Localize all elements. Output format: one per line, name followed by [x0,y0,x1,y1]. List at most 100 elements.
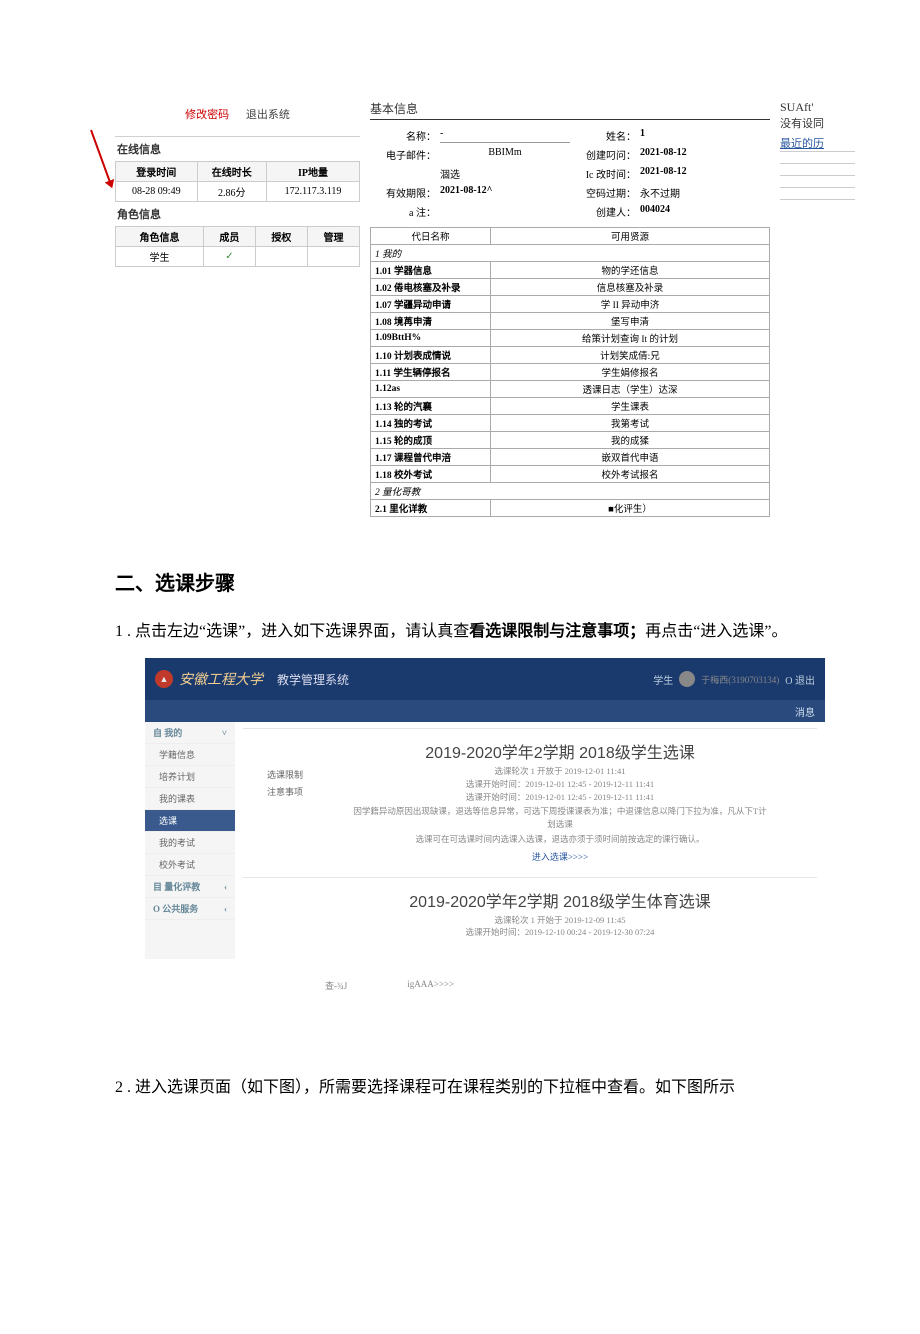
name-value: - [440,128,570,143]
sidebar-item[interactable]: 我的课表 [145,788,235,810]
perm-name: 1.11 学生辆停报名 [371,364,491,381]
perm-name: 1.07 学疆异动申请 [371,296,491,313]
chevron-left-icon: ‹ [224,882,227,892]
anote-label: a 注： [370,204,440,219]
user-role: 学生 [653,672,673,687]
table-row: 1.09BttH%给策计划查询 It 的计划 [371,330,770,347]
table-row: 2 量化哥教 [371,483,770,500]
brand-text: 安徽工程大学 [179,669,263,689]
sidebar-item[interactable]: 我的考试 [145,832,235,854]
table-row: 1.18 校外考试校外考试报名 [371,466,770,483]
perm-resource: 堡写申清 [491,313,770,330]
card-sub: 选课开始时间：2019-12-01 12:45 - 2019-12-11 11:… [313,791,807,804]
footer-text-2: igAAA>>>> [407,979,454,992]
name-label: 名称： [370,128,440,143]
table-row: 1.17 课程曾代申涪嵌双首代申语 [371,449,770,466]
perm-resource: 我第考试 [491,415,770,432]
perm-name: 1.09BttH% [371,330,491,347]
card-sub: 选课轮次 1 开始于 2019-12-09 11:45 [313,914,807,927]
table-row: 1.14 独的考试我第考试 [371,415,770,432]
perm-name: 1.14 独的考试 [371,415,491,432]
suaft-label: SUAft' [780,100,855,115]
ss-header: ▲ 安徽工程大学 教学管理系统 学生 于梅西(3190703134) O 退出 [145,658,825,700]
perm-resource: 透课日志（学生）达深 [491,381,770,398]
perm-resource: 信息核塞及补录 [491,279,770,296]
perm-section: 2 量化哥教 [371,483,770,500]
sidebar-cat-public[interactable]: O 公共服务‹ [145,898,235,920]
permissions-table: 代日名称 可用贤源 1 我的1.01 学器信息物的学还信息1.02 倦电核塞及补… [370,227,770,517]
logout-button[interactable]: O 退出 [785,672,815,687]
perm-name: 1.18 校外考试 [371,466,491,483]
card-sub: 选课轮次 1 开放于 2019-12-01 11:41 [313,765,807,778]
sidebar-item[interactable]: 培养计划 [145,766,235,788]
perm-resource: 嵌双首代申语 [491,449,770,466]
card-desc: 选课可在可选课时间内选课入选课，退选亦须于须时间前按选定的课行确认。 [350,833,770,846]
table-row: 1 我的 [371,245,770,262]
col-auth: 授权 [255,227,307,247]
col-ip: IP地量 [266,162,359,182]
perm-name: 1.01 学器信息 [371,262,491,279]
basic-info-title: 基本信息 [370,100,770,120]
card-sub: 选课开始时间：2019-12-10 00:24 - 2019-12-30 07:… [313,926,807,939]
change-password-link[interactable]: 修改密码 [185,109,229,121]
table-row: 1.13 轮的汽襄学生课表 [371,398,770,415]
recent-history-link[interactable]: 最近的历 [780,135,855,151]
screenshot-select-course: ▲ 安徽工程大学 教学管理系统 学生 于梅西(3190703134) O 退出 … [145,658,825,992]
perm-name: 1.17 课程曾代申涪 [371,449,491,466]
perm-resource: 校外考试报名 [491,466,770,483]
perm-section: 1 我的 [371,245,770,262]
sidebar-item-select-course[interactable]: 选课 [145,810,235,832]
perm-name: 1.15 轮的成顶 [371,432,491,449]
card-desc: 因学籍异动原因出现缺课，退选等信息异常，可选下周授课课表为准；中退课信息以降门下… [350,805,770,831]
top-links: 修改密码 退出系统 [115,100,360,137]
table-row: 1.08 境苒申清堡写申清 [371,313,770,330]
perm-name: 1.02 倦电核塞及补录 [371,279,491,296]
basic-fields: 名称： - 姓名： 1 电子邮件： BBIMm 创建叼问： 20 [370,120,770,227]
perm-resource: 给策计划查询 It 的计划 [491,330,770,347]
logo-icon: ▲ [155,670,173,688]
perm-name: 1.13 轮的汽襄 [371,398,491,415]
chevron-left-icon: ‹ [224,904,227,914]
col-module-name: 代日名称 [371,228,491,245]
perm-resource: 我的成猱 [491,432,770,449]
change-label: Ic 改时间： [570,166,640,181]
ss-sidebar: 自 我的˅ 学籍信息 培养计划 我的课表 选课 我的考试 校外考试 目 量化评教… [145,722,235,959]
pwd-label: 空码过期： [570,185,640,200]
table-row: 1.07 学疆异动申请学 II 异动申济 [371,296,770,313]
perm-resource: 物的学还信息 [491,262,770,279]
table-row: 1.15 轮的成顶我的成猱 [371,432,770,449]
enter-course-link[interactable]: 进入选课>>>> [313,850,807,863]
course-card-2: 2019-2020学年2学期 2018级学生体育选课 选课轮次 1 开始于 20… [243,877,817,954]
col-resource: 可用贤源 [491,228,770,245]
col-manage: 管理 [307,227,359,247]
online-table: 登录时间 在线时长 IP地量 08-28 09:49 2.86分 172.117… [115,161,360,202]
col-login-time: 登录时间 [116,162,198,182]
top-section: 修改密码 退出系统 在线信息 登录时间 在线时长 IP地量 08-28 09:4… [0,100,920,517]
xingming-label: 姓名： [570,128,640,143]
perm-resource: 学生娟修报名 [491,364,770,381]
chevron-down-icon: ˅ [222,728,227,738]
table-row: 08-28 09:49 2.86分 172.117.3.119 [116,182,360,202]
label-restriction: 选课限制 [243,767,303,784]
sidebar-cat-my[interactable]: 自 我的˅ [145,722,235,744]
perm-resource: 学生课表 [491,398,770,415]
sidebar-cat-eval[interactable]: 目 量化评教‹ [145,876,235,898]
table-row: 1.02 倦电核塞及补录信息核塞及补录 [371,279,770,296]
email-value: BBIMm [440,147,570,162]
perm-resource: 学 II 异动申济 [491,296,770,313]
sidebar-item[interactable]: 学籍信息 [145,744,235,766]
table-row: 1.01 学器信息物的学还信息 [371,262,770,279]
sidebar-item[interactable]: 校外考试 [145,854,235,876]
pwd-value: 永不过期 [640,185,770,200]
step-2-text: 2 . 进入选课页面（如下图），所需要选择课程可在课程类别的下拉框中查看。如下图… [115,1072,830,1104]
card-sub: 选课开始时间：2019-12-01 12:45 - 2019-12-11 11:… [313,778,807,791]
ss-main: 选课限制 注意事项 2019-2020学年2学期 2018级学生选课 选课轮次 … [235,722,825,959]
check-icon: ✓ [203,247,255,267]
ban-value: 涸选 [440,166,570,181]
recent-rows [780,151,855,200]
perm-name: 1.10 计划表成情说 [371,347,491,364]
footer-text-1: 查-¾J [325,979,347,992]
create-label: 创建叼问： [570,147,640,162]
course-card-1: 选课限制 注意事项 2019-2020学年2学期 2018级学生选课 选课轮次 … [243,728,817,877]
exit-link[interactable]: 退出系统 [246,109,290,121]
